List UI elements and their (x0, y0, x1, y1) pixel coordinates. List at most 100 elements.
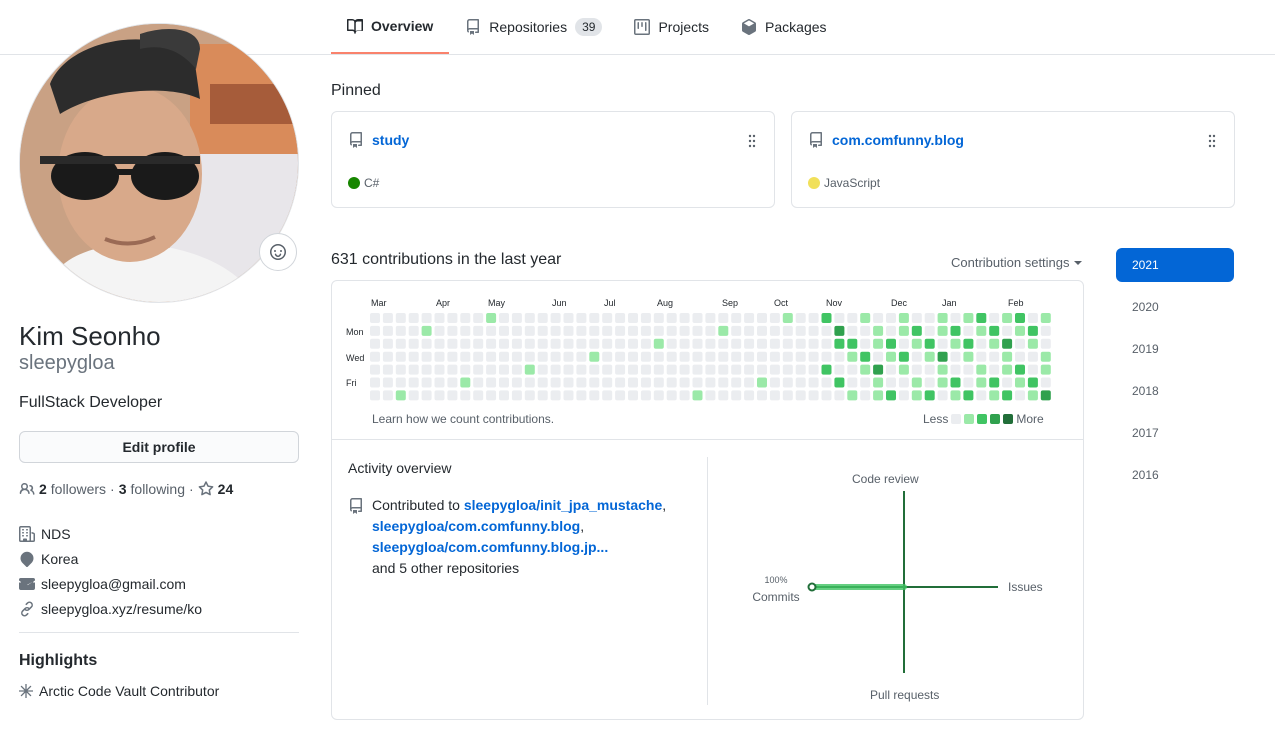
contribution-day[interactable] (550, 351, 561, 362)
contribution-day[interactable] (692, 377, 703, 388)
contribution-day[interactable] (615, 364, 626, 375)
contribution-day[interactable] (524, 377, 535, 388)
contribution-day[interactable] (434, 351, 445, 362)
contribution-day[interactable] (847, 377, 858, 388)
contribution-day[interactable] (537, 325, 548, 336)
contribution-day[interactable] (653, 325, 664, 336)
contribution-day[interactable] (757, 313, 767, 323)
contribution-day[interactable] (898, 338, 909, 349)
contribution-day[interactable] (460, 338, 471, 349)
contribution-day[interactable] (963, 377, 974, 388)
contribution-day[interactable] (795, 364, 806, 375)
contribution-day[interactable] (898, 351, 909, 362)
contribution-day[interactable] (537, 364, 548, 375)
contribution-day[interactable] (408, 390, 419, 401)
contribution-day[interactable] (731, 364, 742, 375)
contribution-day[interactable] (744, 325, 755, 336)
contribution-day[interactable] (395, 313, 406, 323)
contribution-day[interactable] (821, 338, 832, 349)
contribution-day[interactable] (421, 313, 432, 323)
contribution-day[interactable] (537, 313, 548, 323)
contribution-day[interactable] (989, 313, 1000, 323)
contribution-day[interactable] (473, 338, 484, 349)
contribution-day[interactable] (834, 351, 845, 362)
contribution-day[interactable] (679, 313, 690, 323)
contribution-day[interactable] (640, 364, 651, 375)
contribution-day[interactable] (602, 364, 613, 375)
year-link-2021[interactable]: 2021 (1116, 248, 1234, 282)
contribution-day[interactable] (808, 390, 819, 401)
contribution-day[interactable] (563, 313, 574, 323)
contribution-day[interactable] (589, 390, 600, 401)
contribution-day[interactable] (408, 338, 419, 349)
contribution-day[interactable] (705, 325, 716, 336)
contribution-day[interactable] (911, 390, 922, 401)
contribution-day[interactable] (847, 325, 858, 336)
contribution-day[interactable] (769, 325, 780, 336)
contribution-day[interactable] (718, 325, 729, 336)
contribution-day[interactable] (1015, 338, 1025, 349)
contribution-day[interactable] (421, 390, 432, 401)
contribution-day[interactable] (834, 364, 845, 375)
contribution-day[interactable] (1040, 313, 1051, 323)
website-link[interactable]: sleepygloa.xyz/resume/ko (41, 601, 202, 617)
contribution-day[interactable] (692, 338, 703, 349)
drag-grip-icon[interactable] (1208, 134, 1216, 148)
contribution-day[interactable] (666, 390, 677, 401)
contribution-day[interactable] (486, 338, 497, 349)
contribution-day[interactable] (860, 338, 871, 349)
contribution-day[interactable] (628, 325, 638, 336)
contribution-day[interactable] (886, 313, 896, 323)
contribution-day[interactable] (628, 390, 638, 401)
contribution-day[interactable] (460, 364, 471, 375)
contribution-day[interactable] (486, 313, 497, 323)
contribution-day[interactable] (550, 338, 561, 349)
contribution-day[interactable] (769, 390, 780, 401)
contribution-day[interactable] (563, 364, 574, 375)
contribution-day[interactable] (602, 377, 613, 388)
contribution-day[interactable] (1002, 313, 1013, 323)
contribution-day[interactable] (563, 377, 574, 388)
contribution-day[interactable] (499, 351, 509, 362)
contribution-day[interactable] (718, 364, 729, 375)
contribution-day[interactable] (821, 313, 832, 323)
contribution-day[interactable] (924, 390, 935, 401)
contribution-day[interactable] (460, 351, 471, 362)
contribution-day[interactable] (640, 377, 651, 388)
contribution-day[interactable] (679, 364, 690, 375)
contribution-day[interactable] (976, 338, 987, 349)
contribution-day[interactable] (795, 351, 806, 362)
activity-repo-link[interactable]: sleepygloa/init_jpa_mustache (464, 497, 662, 513)
contribution-day[interactable] (511, 351, 522, 362)
contribution-day[interactable] (653, 338, 664, 349)
contribution-day[interactable] (769, 377, 780, 388)
contribution-day[interactable] (408, 351, 419, 362)
contribution-day[interactable] (924, 338, 935, 349)
contribution-day[interactable] (963, 351, 974, 362)
contribution-day[interactable] (911, 338, 922, 349)
contribution-day[interactable] (370, 338, 380, 349)
contribution-day[interactable] (615, 390, 626, 401)
contribution-day[interactable] (731, 377, 742, 388)
activity-repo-link[interactable]: sleepygloa/com.comfunny.blog.jp... (372, 539, 608, 555)
contribution-day[interactable] (937, 338, 948, 349)
contribution-day[interactable] (382, 377, 393, 388)
contribution-day[interactable] (563, 338, 574, 349)
contribution-day[interactable] (421, 377, 432, 388)
contribution-day[interactable] (847, 351, 858, 362)
contribution-day[interactable] (602, 338, 613, 349)
contribution-day[interactable] (602, 390, 613, 401)
contribution-day[interactable] (524, 313, 535, 323)
contribution-day[interactable] (550, 377, 561, 388)
contribution-day[interactable] (395, 325, 406, 336)
pinned-repo-name[interactable]: com.comfunny.blog (808, 132, 964, 148)
contribution-day[interactable] (486, 377, 497, 388)
contribution-day[interactable] (576, 390, 587, 401)
year-link-2019[interactable]: 2019 (1116, 332, 1234, 366)
contribution-day[interactable] (395, 338, 406, 349)
contribution-day[interactable] (782, 325, 793, 336)
followers-count[interactable]: 2 (39, 481, 47, 497)
contribution-day[interactable] (989, 364, 1000, 375)
contribution-day[interactable] (963, 313, 974, 323)
contribution-day[interactable] (589, 351, 600, 362)
